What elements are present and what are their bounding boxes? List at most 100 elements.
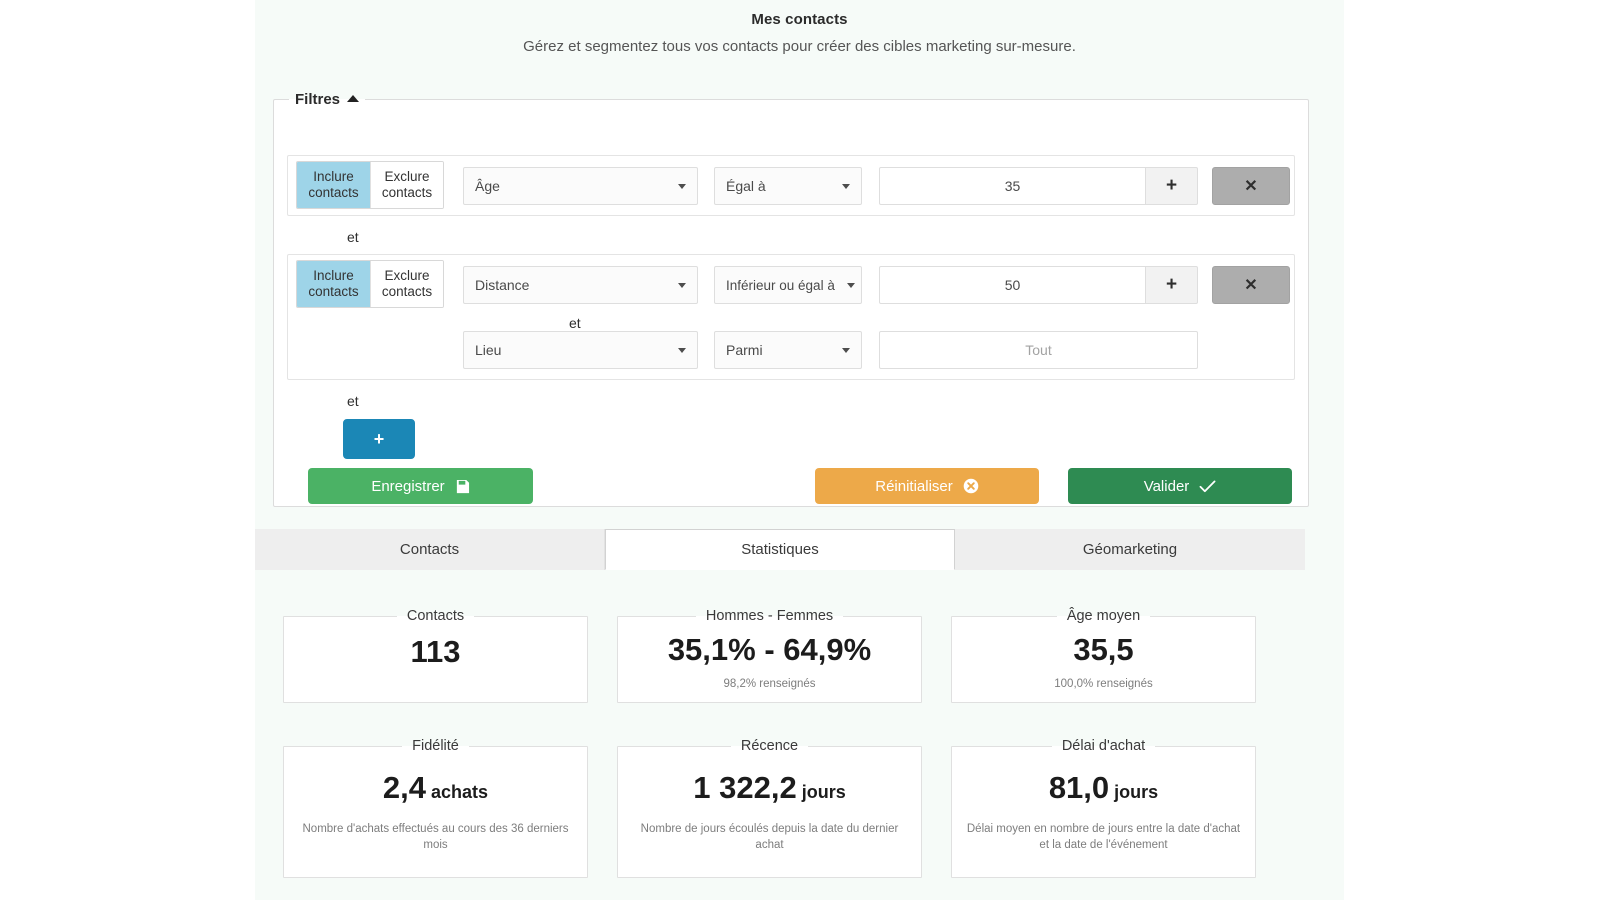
- stat-card-body: 1 322,2jours Nombre de jours écoulés dep…: [618, 754, 921, 853]
- stat-value-number: 1 322,2: [693, 770, 796, 805]
- filter-connector-and: et: [347, 229, 359, 245]
- stat-value-number: 35,1% - 64,9%: [668, 632, 871, 667]
- chevron-down-icon: [842, 348, 850, 353]
- chevron-down-icon: [842, 184, 850, 189]
- filter-field-value: Distance: [475, 277, 674, 293]
- stat-card-value: 2,4achats: [383, 772, 488, 803]
- save-button-label: Enregistrer: [371, 478, 444, 495]
- validate-button-label: Valider: [1144, 478, 1190, 495]
- subfilter-value-input[interactable]: Tout: [879, 331, 1198, 369]
- include-label-line2: contacts: [308, 284, 358, 300]
- subfilter-field-value: Lieu: [475, 342, 674, 358]
- stat-card-title: Contacts: [397, 608, 474, 624]
- stat-card-body: 81,0jours Délai moyen en nombre de jours…: [952, 754, 1255, 853]
- close-icon: ✕: [1244, 176, 1257, 196]
- stat-value-number: 81,0: [1049, 770, 1109, 805]
- filter-field-select[interactable]: Âge: [463, 167, 698, 205]
- stat-card-fidelite: Fidélité 2,4achats Nombre d'achats effec…: [283, 738, 588, 878]
- chevron-down-icon: [678, 184, 686, 189]
- filter-operator-value: Inférieur ou égal à: [726, 278, 843, 293]
- stat-card-body: 113: [284, 624, 587, 667]
- subfilter-operator-select[interactable]: Parmi: [714, 331, 862, 369]
- stat-value-number: 113: [410, 634, 460, 669]
- save-button[interactable]: Enregistrer: [308, 468, 533, 504]
- filter-value-input[interactable]: 50: [879, 266, 1146, 304]
- filters-legend-label: Filtres: [295, 91, 340, 108]
- tab-geomarketing[interactable]: Géomarketing: [955, 529, 1305, 570]
- chevron-up-icon[interactable]: [347, 95, 359, 102]
- exclude-label-line2: contacts: [382, 284, 432, 300]
- stat-value-unit: achats: [431, 782, 488, 802]
- page-title: Mes contacts: [255, 0, 1344, 28]
- page-content: Mes contacts Gérez et segmentez tous vos…: [255, 0, 1344, 900]
- subfilter-connector-and: et: [569, 315, 581, 331]
- exclude-label-line1: Exclure: [384, 268, 429, 284]
- plus-icon: +: [1166, 274, 1177, 296]
- tab-contacts[interactable]: Contacts: [255, 529, 605, 570]
- stat-card-body: 35,1% - 64,9% 98,2% renseignés: [618, 624, 921, 692]
- filter-operator-select[interactable]: Égal à: [714, 167, 862, 205]
- exclude-contacts-button[interactable]: Exclure contacts: [370, 162, 443, 208]
- stat-card-recence: Récence 1 322,2jours Nombre de jours éco…: [617, 738, 922, 878]
- stat-value-number: 35,5: [1073, 632, 1133, 667]
- stat-card-value: 113: [410, 636, 460, 667]
- include-label-line1: Inclure: [313, 169, 354, 185]
- stat-card-value: 35,5: [1073, 634, 1133, 665]
- subfilter-placeholder: Tout: [1025, 342, 1051, 358]
- plus-icon: +: [374, 429, 385, 450]
- stat-card-title: Hommes - Femmes: [696, 608, 843, 624]
- include-contacts-button[interactable]: Inclure contacts: [297, 162, 370, 208]
- stat-card-subtext: 98,2% renseignés: [709, 676, 829, 692]
- filter-value-text: 35: [1005, 178, 1021, 194]
- filter-operator-value: Égal à: [726, 178, 838, 194]
- add-value-button[interactable]: +: [1146, 266, 1198, 304]
- exclude-contacts-button[interactable]: Exclure contacts: [370, 261, 443, 307]
- filters-legend-toggle[interactable]: Filtres: [289, 91, 365, 108]
- app-window: Mes contacts Gérez et segmentez tous vos…: [0, 0, 1600, 900]
- tab-bar: Contacts Statistiques Géomarketing: [255, 529, 1305, 570]
- add-filter-button[interactable]: +: [343, 419, 415, 459]
- include-label-line1: Inclure: [313, 268, 354, 284]
- remove-filter-button[interactable]: ✕: [1212, 266, 1290, 304]
- stat-card-value: 81,0jours: [1049, 772, 1158, 803]
- filters-panel: Filtres Inclure contacts Exclure contact…: [273, 91, 1309, 507]
- stat-card-delai-achat: Délai d'achat 81,0jours Délai moyen en n…: [951, 738, 1256, 878]
- stat-card-subtext: 100,0% renseignés: [1040, 676, 1166, 692]
- stat-card-body: 35,5 100,0% renseignés: [952, 624, 1255, 692]
- include-contacts-button[interactable]: Inclure contacts: [297, 261, 370, 307]
- stat-card-title: Fidélité: [402, 738, 469, 754]
- include-exclude-toggle: Inclure contacts Exclure contacts: [296, 161, 444, 209]
- plus-icon: +: [1166, 175, 1177, 197]
- add-value-button[interactable]: +: [1146, 167, 1198, 205]
- filter-connector-and: et: [347, 393, 359, 409]
- subfilter-field-select[interactable]: Lieu: [463, 331, 698, 369]
- filter-field-value: Âge: [475, 178, 674, 194]
- tab-contacts-label: Contacts: [400, 541, 459, 558]
- reset-button-label: Réinitialiser: [875, 478, 953, 495]
- include-label-line2: contacts: [308, 185, 358, 201]
- filter-field-select[interactable]: Distance: [463, 266, 698, 304]
- page-subtitle: Gérez et segmentez tous vos contacts pou…: [255, 28, 1344, 55]
- filter-operator-select[interactable]: Inférieur ou égal à: [714, 266, 862, 304]
- validate-button[interactable]: Valider: [1068, 468, 1292, 504]
- stat-card-hommes-femmes: Hommes - Femmes 35,1% - 64,9% 98,2% rens…: [617, 608, 922, 703]
- stat-card-value: 1 322,2jours: [693, 772, 845, 803]
- tab-statistiques-label: Statistiques: [741, 541, 819, 558]
- tab-statistiques[interactable]: Statistiques: [605, 529, 955, 570]
- close-icon: ✕: [1244, 275, 1257, 295]
- stat-card-title: Âge moyen: [1057, 608, 1150, 624]
- stat-card-contacts: Contacts 113: [283, 608, 588, 703]
- exclude-label-line1: Exclure: [384, 169, 429, 185]
- filter-value-input[interactable]: 35: [879, 167, 1146, 205]
- reset-button[interactable]: Réinitialiser: [815, 468, 1039, 504]
- stat-card-subtext: Délai moyen en nombre de jours entre la …: [952, 821, 1255, 853]
- filter-group: Inclure contacts Exclure contacts Âge Ég…: [287, 155, 1295, 216]
- remove-filter-button[interactable]: ✕: [1212, 167, 1290, 205]
- stat-card-subtext: Nombre d'achats effectués au cours des 3…: [284, 821, 587, 853]
- filter-value-text: 50: [1005, 277, 1021, 293]
- subfilter-operator-value: Parmi: [726, 342, 838, 358]
- stat-card-title: Délai d'achat: [1052, 738, 1155, 754]
- times-circle-icon: [963, 478, 979, 494]
- filter-group: Inclure contacts Exclure contacts Distan…: [287, 254, 1295, 380]
- include-exclude-toggle: Inclure contacts Exclure contacts: [296, 260, 444, 308]
